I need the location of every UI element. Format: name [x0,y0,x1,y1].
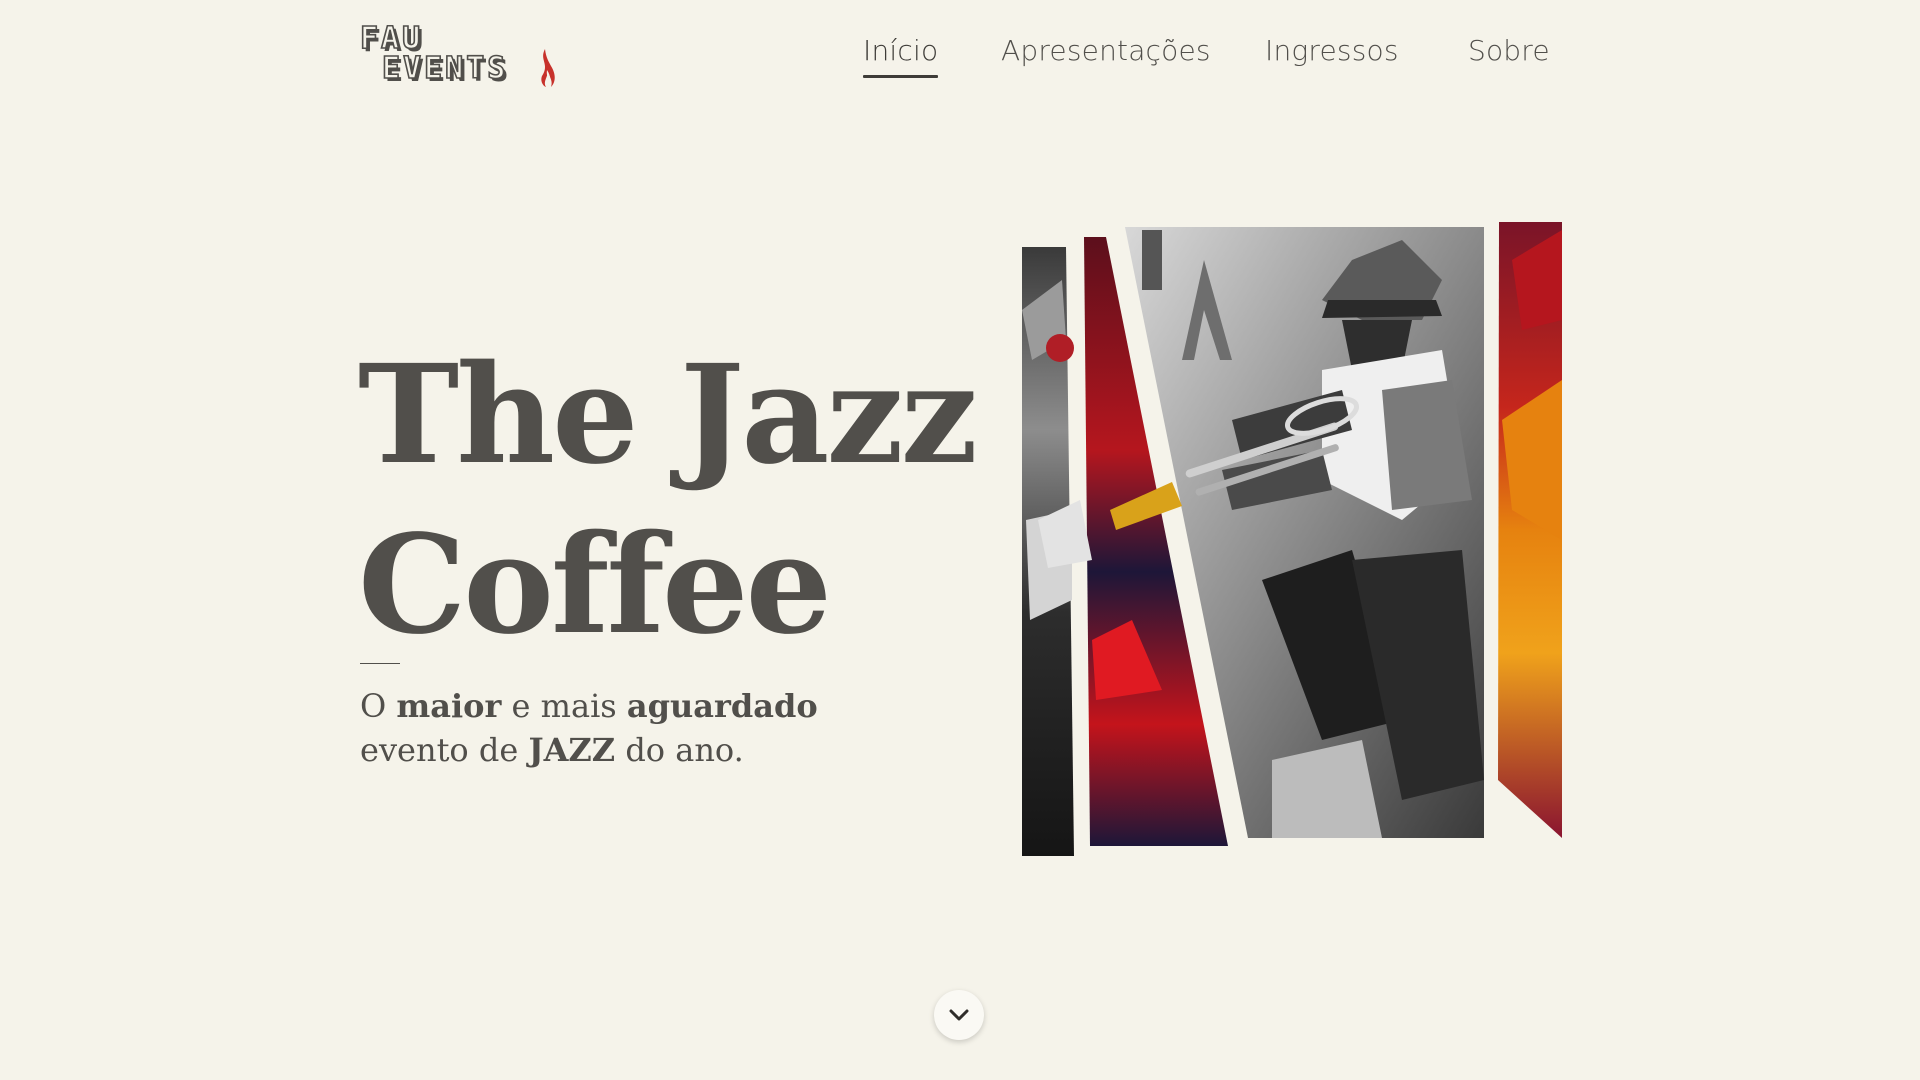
nav-item-ingressos[interactable]: Ingressos [1265,34,1399,67]
hero-artwork [1022,220,1562,860]
nav-item-apresentacoes[interactable]: Apresentações [1001,34,1211,67]
hero-title: The Jazz Coffee [358,330,978,670]
hero-title-line-2: Coffee [358,505,832,665]
subtitle-emphasis: JAZZ [528,731,616,769]
jazz-trumpeter-painting [1022,222,1562,856]
subtitle-text: evento de [360,731,529,769]
subtitle-text: e mais [501,687,627,725]
scroll-down-button[interactable] [934,990,984,1040]
nav-item-sobre[interactable]: Sobre [1468,34,1550,67]
subtitle-text: O [360,687,397,725]
subtitle-emphasis: aguardado [626,687,818,725]
page: FAU EVENTS Início Apresentações Ingresso… [0,0,1920,1080]
chevron-down-icon [949,1009,969,1021]
subtitle-emphasis: maior [396,687,502,725]
hero-divider [360,663,400,664]
hero-title-line-1: The Jazz [358,335,978,495]
main-nav: Início Apresentações Ingressos Sobre [0,34,1920,84]
subtitle-text: do ano. [615,731,744,769]
nav-item-inicio[interactable]: Início [863,34,939,78]
hero-subtitle: O maior e mais aguardado evento de JAZZ … [360,684,920,772]
